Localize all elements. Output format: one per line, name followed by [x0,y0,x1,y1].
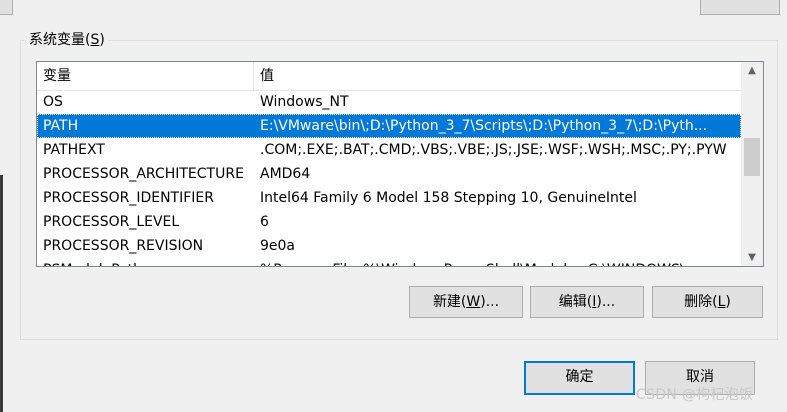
scroll-up-icon[interactable]: ▲ [741,62,763,79]
column-header-variable[interactable]: 变量 [43,62,71,90]
new-button[interactable]: 新建(W)... [409,286,523,318]
variable-name: PATHEXT [43,142,105,158]
table-row[interactable]: OS Windows_NT [37,90,741,114]
vertical-scrollbar[interactable]: ▲ ▼ [741,62,763,266]
ok-button[interactable]: 确定 [524,361,635,395]
table-row[interactable]: PATHEXT .COM;.EXE;.BAT;.CMD;.VBS;.VBE;.J… [37,138,741,162]
variable-value: E:\VMware\bin\;D:\Python_3_7\Scripts\;D:… [260,118,708,134]
variable-name: PATH [43,118,79,134]
background-window-edge [0,175,3,412]
table-row[interactable]: PROCESSOR_ARCHITECTURE AMD64 [37,162,741,186]
variable-name: PSModulePath [43,258,253,266]
variable-value: 6 [260,214,269,230]
scroll-down-icon[interactable]: ▼ [741,249,763,266]
table-row-selected[interactable]: PATH E:\VMware\bin\;D:\Python_3_7\Script… [37,114,741,138]
variable-value: AMD64 [260,166,311,182]
partial-button-top-left[interactable] [0,0,13,15]
edit-button[interactable]: 编辑(I)... [530,286,644,318]
column-header-value[interactable]: 值 [260,62,274,90]
table-row[interactable]: PROCESSOR_LEVEL 6 [37,210,741,234]
watermark: CSDN @枸杞泡饭 [636,387,754,403]
table-row[interactable]: PSModulePath %ProgramFiles%\WindowsPower… [37,258,741,266]
variable-name: PROCESSOR_LEVEL [43,214,180,230]
variable-value: .COM;.EXE;.BAT;.CMD;.VBS;.VBE;.JS;.JSE;.… [260,142,727,158]
table-row[interactable]: PROCESSOR_REVISION 9e0a [37,234,741,258]
table-row[interactable]: PROCESSOR_IDENTIFIER Intel64 Family 6 Mo… [37,186,741,210]
variable-name: PROCESSOR_REVISION [43,238,204,254]
variable-name: OS [43,94,63,110]
delete-button[interactable]: 删除(L) [652,286,763,318]
system-variables-list[interactable]: 变量 值 OS Windows_NT PATH E:\VMware\bin\;D… [36,61,764,267]
partial-button-top-right[interactable] [700,0,780,15]
list-header: 变量 值 [37,62,741,91]
variable-value: Windows_NT [260,94,349,110]
variable-name: PROCESSOR_ARCHITECTURE [43,166,244,182]
list-rows: OS Windows_NT PATH E:\VMware\bin\;D:\Pyt… [37,90,741,266]
variable-value: Intel64 Family 6 Model 158 Stepping 10, … [260,190,637,206]
column-separator[interactable] [253,62,254,90]
variable-value: 9e0a [260,238,296,254]
system-variables-group-title: 系统变量(S) [26,31,108,49]
variable-value: %ProgramFiles%\WindowsPowerShell\Modules… [260,258,738,266]
variable-name: PROCESSOR_IDENTIFIER [43,190,214,206]
scrollbar-thumb[interactable] [744,138,760,176]
